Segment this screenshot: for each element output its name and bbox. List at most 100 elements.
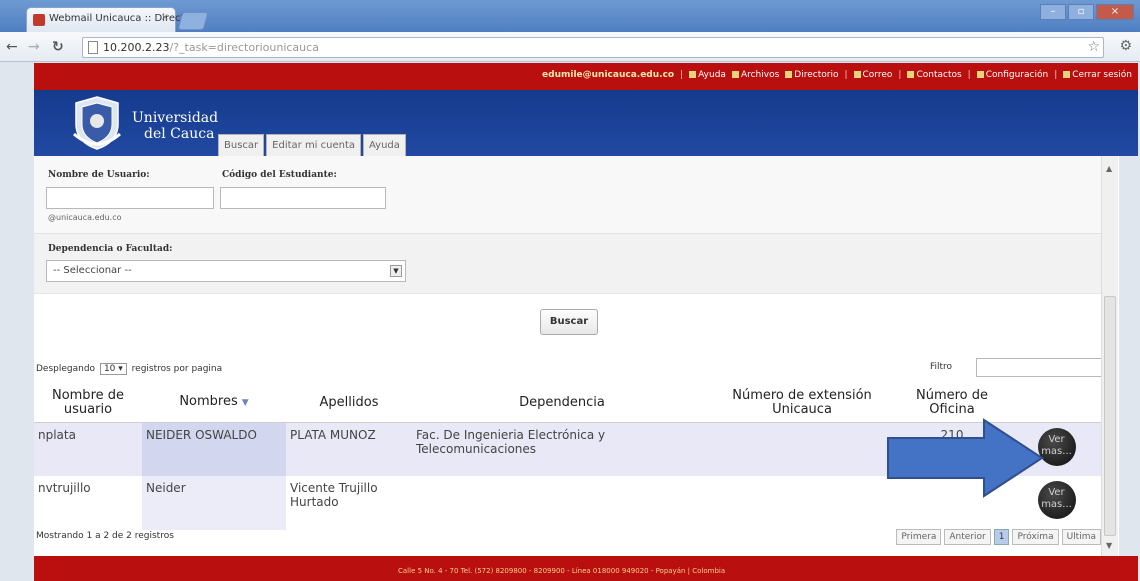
reload-icon[interactable]: ↻ xyxy=(52,39,64,55)
wrench-icon[interactable]: ⚙ xyxy=(1119,38,1132,54)
col-apellidos[interactable]: Apellidos xyxy=(286,384,412,423)
table-controls: Desplegando 10 ▾ registros por pagina Fi… xyxy=(34,351,1104,381)
search-form: Nombre de Usuario: Código del Estudiante… xyxy=(34,156,1101,233)
domain-hint: @unicauca.edu.co xyxy=(48,213,122,222)
cell-nombres: NEIDER OSWALDO xyxy=(142,422,286,476)
bookmark-star-icon[interactable]: ☆ xyxy=(1087,39,1100,55)
scroll-up-icon[interactable]: ▲ xyxy=(1106,164,1112,173)
sort-desc-icon: ▼ xyxy=(241,398,249,409)
username-input[interactable] xyxy=(46,187,214,209)
footer-bar: Calle 5 No. 4 - 70 Tel. (572) 8209800 - … xyxy=(34,556,1138,581)
pager-first[interactable]: Primera xyxy=(896,529,942,545)
col-dependencia[interactable]: Dependencia xyxy=(412,384,712,423)
dependency-select[interactable]: -- Seleccionar -- ▼ xyxy=(46,260,406,282)
cell-extension xyxy=(712,422,892,476)
length-prefix: Desplegando xyxy=(36,364,96,374)
menu-editar-cuenta[interactable]: Editar mi cuenta xyxy=(266,134,362,156)
pagination: Primera Anterior 1 Próxima Ultima xyxy=(896,529,1101,545)
header-menu: Buscar Editar mi cuenta Ayuda xyxy=(218,134,408,156)
separator: | xyxy=(844,70,848,80)
user-email: edumile@unicauca.edu.co xyxy=(542,70,675,80)
length-suffix: registros por pagina xyxy=(131,364,223,374)
search-button[interactable]: Buscar xyxy=(540,309,598,335)
link-correo[interactable]: Correo xyxy=(854,70,893,80)
table-header-row: Nombre de usuario Nombres ▼ Apellidos Dep… xyxy=(34,384,1101,423)
dependency-selected: -- Seleccionar -- xyxy=(53,265,132,276)
cell-dependencia: Fac. De Ingenieria Electrónica y Telecom… xyxy=(412,422,712,476)
col-usuario[interactable]: Nombre de usuario xyxy=(34,384,142,423)
cell-extension xyxy=(712,476,892,530)
col-extension[interactable]: Número de extensión Unicauca xyxy=(712,384,892,423)
col-actions xyxy=(1012,384,1101,423)
scroll-down-icon[interactable]: ▼ xyxy=(1106,541,1112,550)
filter-label: Filtro xyxy=(930,362,953,372)
chevron-down-icon: ▼ xyxy=(390,265,402,277)
student-code-input[interactable] xyxy=(220,187,386,209)
university-name: Universidad del Cauca xyxy=(132,110,218,142)
url-path: /?_task=directoriounicauca xyxy=(169,41,319,54)
col-oficina[interactable]: Número de Oficina xyxy=(892,384,1012,423)
university-name-line1: Universidad xyxy=(132,110,219,126)
top-red-bar: edumile@unicauca.edu.co | Ayuda Archivos… xyxy=(34,63,1138,90)
col-nombres[interactable]: Nombres ▼ xyxy=(142,384,286,423)
link-directorio[interactable]: Directorio xyxy=(785,70,838,80)
favicon-icon xyxy=(33,14,45,26)
minimize-icon[interactable]: – xyxy=(1040,4,1066,20)
cell-apellidos: Vicente Trujillo Hurtado xyxy=(286,476,412,530)
separator: | xyxy=(898,70,902,80)
username-label: Nombre de Usuario: xyxy=(48,170,150,180)
annotation-arrow-icon xyxy=(887,418,1044,498)
link-ayuda[interactable]: Ayuda xyxy=(689,70,726,80)
separator: | xyxy=(1054,70,1058,80)
filter-input[interactable] xyxy=(976,358,1104,377)
page-length-select[interactable]: 10 ▾ xyxy=(99,363,127,375)
top-links: edumile@unicauca.edu.co | Ayuda Archivos… xyxy=(542,70,1132,80)
url-text: 10.200.2.23/?_task=directoriounicauca xyxy=(103,41,319,54)
browser-tabstrip: Webmail Unicauca :: Directo × – ▫ × xyxy=(0,0,1140,32)
dependency-section: Dependencia o Facultad: -- Seleccionar -… xyxy=(34,233,1101,293)
pager-last[interactable]: Ultima xyxy=(1061,529,1101,545)
table-info: Mostrando 1 a 2 de 2 registros xyxy=(36,531,174,541)
separator: | xyxy=(967,70,971,80)
dependency-label: Dependencia o Facultad: xyxy=(48,244,173,254)
cell-usuario: nplata xyxy=(34,422,142,476)
browser-tab[interactable]: Webmail Unicauca :: Directo × xyxy=(26,7,191,32)
pager-next[interactable]: Próxima xyxy=(1012,529,1059,545)
browser-toolbar: ← → ↻ 10.200.2.23/?_task=directoriounica… xyxy=(0,32,1140,62)
back-icon[interactable]: ← xyxy=(6,39,18,55)
cell-dependencia xyxy=(412,476,712,530)
window-controls: – ▫ × xyxy=(1040,4,1134,22)
page-length-value: 10 xyxy=(103,364,116,374)
separator: | xyxy=(680,70,684,80)
maximize-icon[interactable]: ▫ xyxy=(1068,4,1094,20)
scroll-thumb[interactable] xyxy=(1104,296,1116,536)
menu-ayuda[interactable]: Ayuda xyxy=(363,134,406,156)
footer-address: Calle 5 No. 4 - 70 Tel. (572) 8209800 - … xyxy=(398,567,726,575)
university-name-line2: del Cauca xyxy=(144,126,215,142)
pager-previous[interactable]: Anterior xyxy=(944,529,991,545)
cell-usuario: nvtrujillo xyxy=(34,476,142,530)
cell-apellidos: PLATA MUNOZ xyxy=(286,422,412,476)
col-nombres-label: Nombres xyxy=(179,394,238,410)
menu-buscar[interactable]: Buscar xyxy=(218,134,265,156)
button-row: Buscar xyxy=(34,293,1101,351)
close-window-icon[interactable]: × xyxy=(1096,4,1134,20)
page-icon xyxy=(88,41,98,54)
link-configuracion[interactable]: Configuración xyxy=(977,70,1048,80)
link-archivos[interactable]: Archivos xyxy=(732,70,779,80)
tab-title: Webmail Unicauca :: Directo xyxy=(49,13,191,24)
content-scrollbar[interactable]: ▲ ▼ xyxy=(1101,156,1118,556)
student-code-label: Código del Estudiante: xyxy=(222,170,337,180)
url-host: 10.200.2.23 xyxy=(103,41,170,54)
forward-icon[interactable]: → xyxy=(28,39,40,55)
page-length: Desplegando 10 ▾ registros por pagina xyxy=(36,363,222,375)
university-logo xyxy=(73,96,121,150)
address-bar[interactable]: 10.200.2.23/?_task=directoriounicauca xyxy=(82,37,1104,58)
site-header: Universidad del Cauca Buscar Editar mi c… xyxy=(34,90,1138,156)
link-contactos[interactable]: Contactos xyxy=(907,70,961,80)
new-tab-button[interactable] xyxy=(177,12,209,30)
link-cerrar-sesion[interactable]: Cerrar sesión xyxy=(1063,70,1132,80)
cell-nombres: Neider xyxy=(142,476,286,530)
close-tab-icon[interactable]: × xyxy=(161,12,169,23)
pager-page-1[interactable]: 1 xyxy=(993,529,1010,545)
